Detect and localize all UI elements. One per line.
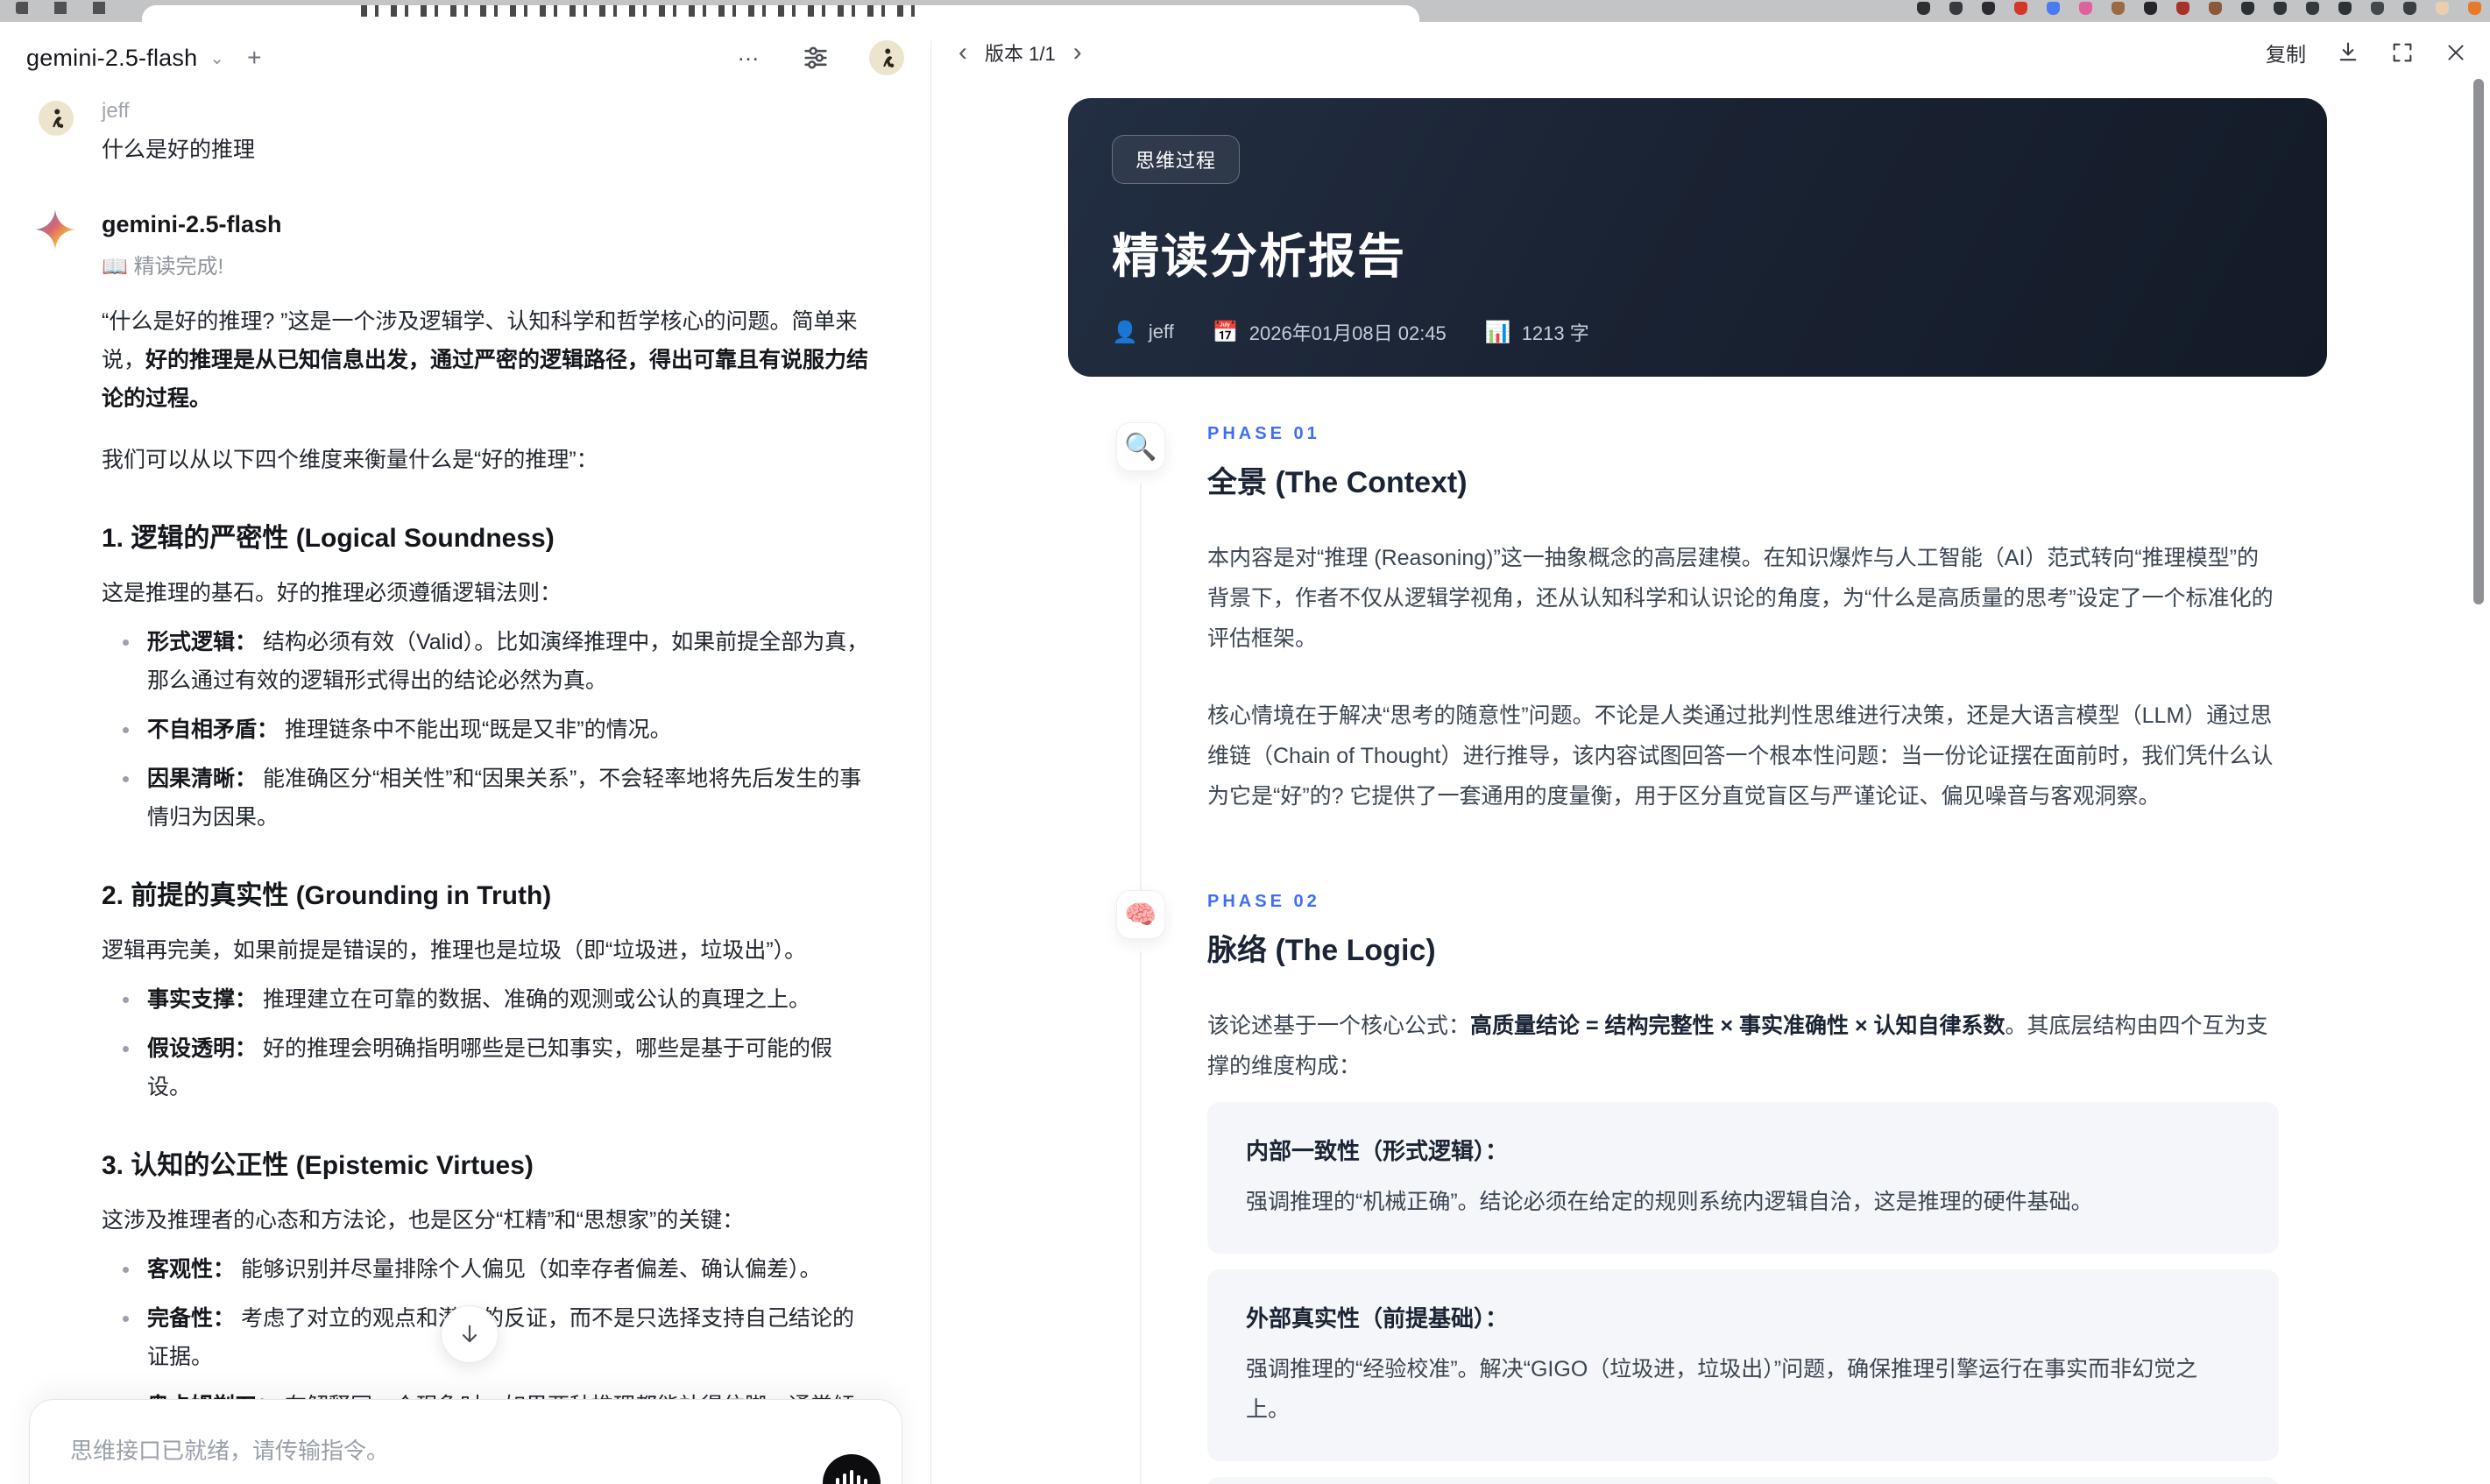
scrollbar-thumb[interactable] [2473,79,2484,604]
bullet-list: 形式逻辑： 结构必须有效（Valid）。比如演绎推理中，如果前提全部为真，那么通… [102,623,873,837]
chat-panel: gemini-2.5-flash ⌄ + … jeff 什么是好的推理 gemi… [0,22,931,1484]
gemini-star-icon [35,209,75,250]
phase-title: 全景 (The Context) [1207,466,1468,499]
list-item: 假设透明： 好的推理会明确指明哪些是已知事实，哪些是基于可能的假设。 [102,1029,873,1106]
brain-icon: 🧠 [1116,890,1165,939]
phase-paragraph: 本内容是对“推理 (Reasoning)”这一抽象概念的高层建模。在知识爆炸与人… [1207,546,2274,651]
lead-line: 我们可以从以下四个维度来衡量什么是“好的推理”： [102,448,598,472]
calendar-icon: 📅 [1212,320,1239,344]
report-meta: 👤 jeff 📅 2026年01月08日 02:45 📊 1213 字 [1112,318,2283,346]
word-count-icon: 📊 [1484,320,1511,344]
more-options-icon[interactable]: … [737,41,762,67]
section-heading: 2. 前提的真实性 (Grounding in Truth) [102,881,552,910]
chevron-down-icon[interactable]: ⌄ [209,47,224,69]
artifact-scroll-area: 思维过程 精读分析报告 👤 jeff 📅 2026年01月08日 02:45 📊 12… [932,83,2490,1484]
composer-input[interactable]: 思维接口已就绪，请传输指令。 [70,1433,861,1466]
phase-paragraph: 该论述基于一个核心公式：高质量结论 = 结构完整性 × 事实准确性 × 认知自律… [1207,1014,2268,1078]
section-heading: 3. 认知的公正性 (Epistemic Virtues) [102,1151,534,1180]
close-icon[interactable] [2444,41,2467,64]
version-nav: ‹ 版本 1/1 › [955,39,1086,67]
scroll-to-bottom-button[interactable] [441,1305,499,1363]
section-heading: 1. 逻辑的严密性 (Logical Soundness) [102,524,555,553]
phase-02: 🧠 PHASE 02 脉络 (The Logic) 该论述基于一个核心公式：高质… [1116,890,2279,1484]
magnifier-icon: 🔍 [1116,422,1165,471]
list-item: 客观性： 能够识别并尽量排除个人偏见（如幸存者偏差、确认偏差）。 [102,1250,873,1289]
user-message-text: 什么是好的推理 [102,138,256,162]
phase-paragraph: 核心情境在于解决“思考的随意性”问题。不论是人类通过批判性思维进行决策，还是大语… [1207,703,2274,809]
user-message: jeff 什么是好的推理 [39,99,873,164]
tune-sliders-icon[interactable] [801,43,831,73]
user-avatar [39,101,74,136]
prev-version-icon[interactable]: ‹ [955,39,971,66]
next-version-icon[interactable]: › [1070,39,1086,66]
report-title: 精读分析报告 [1112,230,1406,283]
list-item: 形式逻辑： 结构必须有效（Valid）。比如演绎推理中，如果前提全部为真，那么通… [102,623,873,700]
artifact-panel: ‹ 版本 1/1 › 复制 思维过程 精读分析报告 👤 jeff 📅 2026年… [932,22,2490,1484]
open-book-icon: 📖 [102,255,128,279]
report-content: 🔍 PHASE 01 全景 (The Context) 本内容是对“推理 (Re… [1116,422,2279,1484]
address-bar[interactable] [142,5,1419,40]
report-datetime: 2026年01月08日 02:45 [1249,322,1447,344]
author-name: jeff [1148,321,1174,343]
message-list: jeff 什么是好的推理 gemini-2.5-flash 📖 精读完成! “什… [0,99,930,1484]
browser-nav-icons[interactable] [16,2,121,14]
user-name: jeff [102,99,130,123]
phase-label: PHASE 02 [1207,892,1320,911]
copy-button[interactable]: 复制 [2266,38,2306,67]
logic-card: 主体伦理（认识美德）： 转向推理者的心理特征。引入奥卡姆剃刀和反向论证，旨在克服… [1207,1477,2279,1484]
model-selector[interactable]: gemini-2.5-flash [26,45,197,72]
thinking-process-badge: 思维过程 [1112,135,1241,184]
logic-card: 内部一致性（形式逻辑）： 强调推理的“机械正确”。结论必须在给定的规则系统内逻辑… [1207,1102,2279,1254]
report-hero-card: 思维过程 精读分析报告 👤 jeff 📅 2026年01月08日 02:45 📊 12… [1068,98,2327,377]
bullet-list: 事实支撑： 推理建立在可靠的数据、准确的观测或公认的真理之上。 假设透明： 好的… [102,980,873,1106]
download-icon[interactable] [2336,40,2360,65]
author-icon: 👤 [1112,320,1138,344]
version-label: 版本 1/1 [985,43,1056,65]
logic-card: 外部真实性（前提基础）： 强调推理的“经验校准”。解决“GIGO（垃圾进，垃圾出… [1207,1269,2279,1461]
extension-icons[interactable] [1917,2,2481,19]
user-avatar[interactable] [869,40,904,75]
assistant-status: 📖 精读完成! [102,255,224,279]
assistant-message: gemini-2.5-flash 📖 精读完成! “什么是好的推理? ”这是一个… [35,209,873,1484]
fullscreen-icon[interactable] [2390,40,2415,65]
phase-01: 🔍 PHASE 01 全景 (The Context) 本内容是对“推理 (Re… [1116,422,2279,939]
assistant-message-body: “什么是好的推理? ”这是一个涉及逻辑学、认知科学和哲学核心的问题。简单来说，好… [102,302,873,1484]
list-item: 不自相矛盾： 推理链条中不能出现“既是又非”的情况。 [102,710,873,749]
phase-label: PHASE 01 [1207,424,1320,443]
new-chat-button[interactable]: + [247,44,261,72]
word-count: 1213 字 [1521,322,1589,344]
assistant-name: gemini-2.5-flash [102,211,282,237]
composer: 思维接口已就绪，请传输指令。 [29,1399,902,1484]
app-window: gemini-2.5-flash ⌄ + … jeff 什么是好的推理 gemi… [0,22,2490,1484]
phase-title: 脉络 (The Logic) [1207,934,1436,967]
url-text-fragment [361,5,922,17]
browser-toolbar [0,0,2490,40]
list-item: 因果清晰： 能准确区分“相关性”和“因果关系”，不会轻率地将先后发生的事情归为因… [102,760,873,837]
list-item: 事实支撑： 推理建立在可靠的数据、准确的观测或公认的真理之上。 [102,980,873,1019]
